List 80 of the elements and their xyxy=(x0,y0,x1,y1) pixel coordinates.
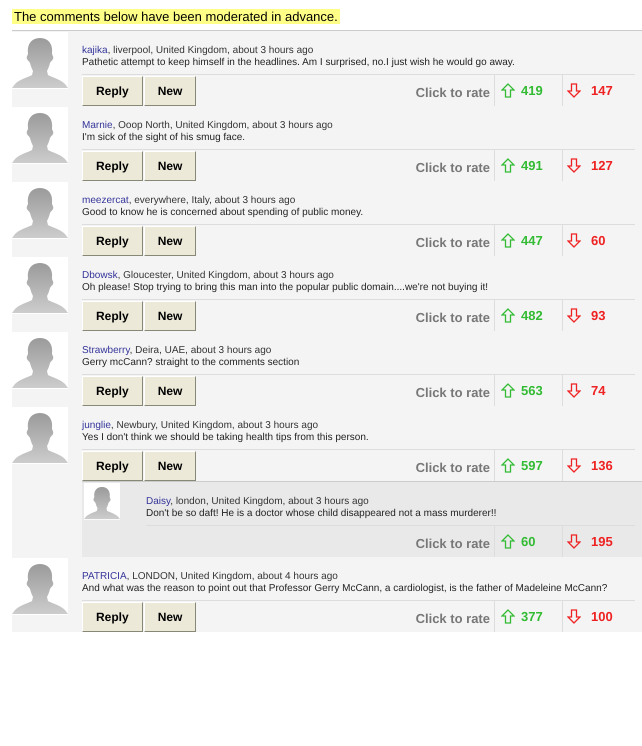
comment-text: And what was the reason to point out that Professor Gerry McCann, a cardiologist, is the father of Madeleine McCann? xyxy=(82,583,608,596)
rate-label: Click to rate xyxy=(416,384,491,402)
thumb-down-arrow-icon[interactable] xyxy=(567,158,581,173)
comment-button[interactable]: Reply xyxy=(82,226,143,256)
comment-meta: , Ooop North, United Kingdom, about 3 hours ago xyxy=(112,120,333,131)
thumb-down-arrow-icon[interactable] xyxy=(567,233,581,248)
comment-button[interactable]: Reply xyxy=(82,376,143,406)
author-link[interactable]: meezercat xyxy=(82,195,129,206)
comment-text: Oh please! Stop trying to bring this man into the popular public domain....we're not buying it! xyxy=(82,282,490,295)
author-link[interactable]: junglie xyxy=(82,420,111,431)
upvote-count: 563 xyxy=(521,382,543,400)
author-link[interactable]: Dbowsk xyxy=(82,270,118,281)
downvote-count: 195 xyxy=(591,532,613,551)
rate-label: Click to rate xyxy=(416,234,491,252)
upvote-count: 419 xyxy=(521,82,543,100)
thumb-up-arrow-icon[interactable] xyxy=(501,308,515,323)
comment-button[interactable]: Reply xyxy=(82,451,143,481)
upvote-count: 597 xyxy=(521,456,543,475)
thumb-down-arrow-icon[interactable] xyxy=(567,383,581,398)
rate-label: Click to rate xyxy=(416,535,491,554)
thumb-down-arrow-icon[interactable] xyxy=(567,534,581,549)
comment-meta: , Deira, UAE, about 3 hours ago xyxy=(130,345,272,356)
downvote-count: 100 xyxy=(591,608,613,626)
rate-label: Click to rate xyxy=(416,459,491,478)
thumb-up-arrow-icon[interactable] xyxy=(501,383,515,398)
comment-button[interactable]: Reply xyxy=(82,602,143,632)
comment-button[interactable]: Reply xyxy=(82,76,143,106)
comment-text: Yes I don't think we should be taking health tips from this person. xyxy=(82,432,370,445)
comment-button[interactable]: New xyxy=(144,301,196,331)
comment-text: Don't be so daft! He is a doctor whose child disappeared not a mass murderer!! xyxy=(146,508,498,521)
author-link[interactable]: Strawberry xyxy=(82,345,130,356)
avatar xyxy=(84,483,120,520)
comment-text: I'm sick of the sight of his smug face. xyxy=(82,132,246,145)
downvote-count: 60 xyxy=(591,232,606,250)
comment-button[interactable]: Reply xyxy=(82,301,143,331)
thumb-down-arrow-icon[interactable] xyxy=(567,308,581,323)
comment-button[interactable]: New xyxy=(144,376,196,406)
downvote-count: 136 xyxy=(591,456,613,475)
comment-meta: , Gloucester, United Kingdom, about 3 hours ago xyxy=(118,270,334,281)
comment-meta: , everywhere, Italy, about 3 hours ago xyxy=(128,195,296,206)
comment-text: Good to know he is concerned about spending of public money. xyxy=(82,207,364,220)
thumb-down-arrow-icon[interactable] xyxy=(567,458,581,473)
downvote-count: 74 xyxy=(591,382,606,400)
upvote-count: 377 xyxy=(521,608,543,626)
author-link[interactable]: PATRICIA xyxy=(82,571,127,582)
thumb-up-arrow-icon[interactable] xyxy=(501,83,515,98)
comment-meta: , Newbury, United Kingdom, about 3 hours ago xyxy=(110,420,318,431)
comment-meta: , LONDON, United Kingdom, about 4 hours ago xyxy=(126,571,338,582)
thumb-up-arrow-icon[interactable] xyxy=(501,158,515,173)
downvote-count: 93 xyxy=(591,306,606,325)
comment-button[interactable]: New xyxy=(144,151,196,181)
author-link[interactable]: Marnie xyxy=(82,120,113,131)
rate-label: Click to rate xyxy=(416,610,491,628)
comment-button[interactable]: New xyxy=(144,451,196,481)
thumb-down-arrow-icon[interactable] xyxy=(567,609,581,624)
comment-text: Pathetic attempt to keep himself in the headlines. Am I surprised, no.I just wish he would go away. xyxy=(82,57,516,70)
author-link[interactable]: Daisy xyxy=(146,496,170,507)
downvote-count: 147 xyxy=(591,82,613,100)
comment-button[interactable]: Reply xyxy=(82,151,143,181)
upvote-count: 60 xyxy=(521,532,536,551)
comment-text: Gerry mcCann? straight to the comments section xyxy=(82,357,300,370)
rate-label: Click to rate xyxy=(416,159,491,178)
comment-meta: , liverpool, United Kingdom, about 3 hours ago xyxy=(108,45,314,56)
upvote-count: 447 xyxy=(521,232,543,250)
author-link[interactable]: kajika xyxy=(82,45,108,56)
comment-button[interactable]: New xyxy=(144,226,196,256)
upvote-count: 491 xyxy=(521,156,543,175)
comment-button[interactable]: New xyxy=(144,76,196,106)
rate-label: Click to rate xyxy=(416,84,491,102)
rate-label: Click to rate xyxy=(416,309,491,328)
comment-button[interactable]: New xyxy=(144,602,196,632)
thumb-down-arrow-icon[interactable] xyxy=(567,83,581,98)
comment-meta: , london, United Kingdom, about 3 hours ago xyxy=(170,496,369,507)
moderation-notice: The comments below have been moderated in advance. xyxy=(12,9,340,24)
thumb-up-arrow-icon[interactable] xyxy=(501,458,515,473)
thumb-up-arrow-icon[interactable] xyxy=(501,233,515,248)
thumb-up-arrow-icon[interactable] xyxy=(501,609,515,624)
upvote-count: 482 xyxy=(521,306,543,325)
downvote-count: 127 xyxy=(591,156,613,175)
thumb-up-arrow-icon[interactable] xyxy=(501,534,515,549)
